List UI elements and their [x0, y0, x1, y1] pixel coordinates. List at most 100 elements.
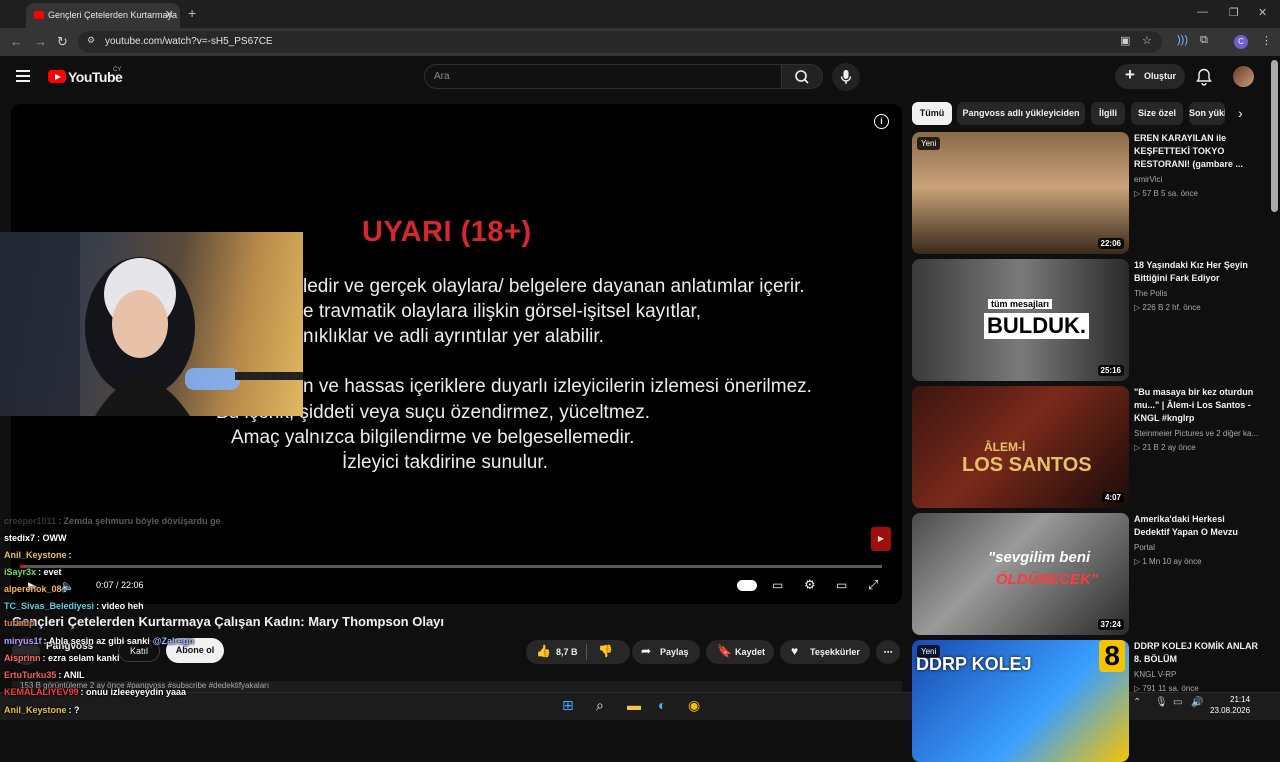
- chat-username: iSayr3x: [4, 567, 37, 577]
- close-tab-icon[interactable]: ✕: [165, 8, 174, 21]
- video-thumbnail[interactable]: tüm mesajları BULDUK. 25:16: [912, 259, 1129, 381]
- webcam-image: [0, 232, 303, 416]
- file-explorer-icon[interactable]: ▬: [627, 697, 641, 713]
- recommended-title: "Bu masaya bir kez oturdun mu..." | Âlem…: [1134, 387, 1254, 423]
- search-placeholder: Ara: [434, 71, 450, 82]
- chat-username: Aisprinn: [4, 653, 41, 663]
- filter-chip[interactable]: Tümü: [912, 102, 952, 125]
- recommended-channel: emirVici: [1134, 175, 1163, 184]
- info-icon[interactable]: i: [874, 114, 889, 129]
- user-avatar[interactable]: [1233, 66, 1254, 87]
- reload-icon[interactable]: ↻: [57, 34, 68, 50]
- chat-username: creeper1011: [4, 516, 57, 526]
- scrollbar[interactable]: [1271, 60, 1278, 212]
- bookmark-star-icon[interactable]: ☆: [1142, 34, 1152, 47]
- search-input[interactable]: [424, 64, 782, 89]
- video-thumbnail[interactable]: "sevgilim beni ÖLDÜRECEK" 37:24: [912, 513, 1129, 635]
- filter-chip[interactable]: İlgili: [1091, 102, 1125, 125]
- youtube-logo-icon[interactable]: [48, 70, 66, 83]
- voice-search-button[interactable]: [832, 63, 860, 91]
- chat-text: : ?: [68, 705, 80, 715]
- save-label: Kaydet: [735, 647, 766, 657]
- settings-gear-icon[interactable]: ⚙: [804, 577, 816, 593]
- minimize-icon[interactable]: —: [1197, 6, 1208, 18]
- site-info-icon[interactable]: ⚙: [87, 35, 95, 46]
- chat-message: ErtuTurku35: ANIL: [4, 670, 85, 680]
- chat-username: miryus1f: [4, 636, 42, 646]
- windows-start-icon[interactable]: ⊞: [562, 697, 574, 714]
- thumbnail-number: 8: [1099, 640, 1125, 672]
- window-close-icon[interactable]: ✕: [1258, 6, 1267, 19]
- autoplay-toggle[interactable]: [737, 580, 757, 591]
- chat-username: ErtuTurku35: [4, 670, 57, 680]
- warning-line: İzleyici takdirine sunulur.: [342, 452, 548, 473]
- chat-username: stedix7: [4, 533, 36, 543]
- thanks-icon: ♥: [791, 644, 799, 658]
- streamer-webcam-overlay: [0, 232, 303, 416]
- recommended-meta: ▷ 21 B 2 ay önce: [1134, 443, 1196, 452]
- like-divider: [586, 644, 587, 660]
- recommended-meta: ▷ 791 11 sa. önce: [1134, 684, 1199, 693]
- chat-message: miryus1f: Abla sesin az gibi sanki @Zalre…: [4, 636, 194, 646]
- recommended-video[interactable]: tüm mesajları BULDUK. 25:16 18 Yaşındaki Kı…: [912, 259, 1262, 381]
- chat-username: KEMALALIYEV99: [4, 687, 79, 697]
- extension-audio-icon[interactable]: ))): [1177, 34, 1188, 46]
- fullscreen-icon[interactable]: ⤢: [868, 577, 878, 593]
- chat-text: : video heh: [96, 601, 144, 611]
- new-tab-icon[interactable]: +: [188, 5, 196, 21]
- recommended-channel: Steinmeier Pictures ve 2 diğer ka...: [1134, 429, 1259, 438]
- recommended-video[interactable]: DDRP KOLEJ 8 Yeni DDRP KOLEJ KOMİK ANLAR 8.…: [912, 640, 1262, 762]
- recommended-video[interactable]: ÂLEM-İ LOS SANTOS 4:07 "Bu masaya bir kez o…: [912, 386, 1262, 508]
- tab-title: Gençleri Çetelerden Kurtarmaya: [48, 10, 178, 20]
- edge-icon[interactable]: ◐: [658, 697, 666, 713]
- extensions-icon[interactable]: ⧉: [1200, 34, 1208, 47]
- chat-message: creeper1011: Zemda şehmuru böyle dövüşar…: [4, 516, 221, 526]
- chat-text: : onuu izleeeyeydin yaaa: [80, 687, 187, 697]
- notifications-bell-icon[interactable]: [1196, 68, 1212, 91]
- chat-message: KEMALALIYEV99: onuu izleeeyeydin yaaa: [4, 687, 186, 697]
- browser-menu-icon[interactable]: ⋮: [1261, 34, 1272, 47]
- thumbs-up-icon: 👍: [536, 644, 551, 658]
- recommended-video[interactable]: Yeni 22:06 EREN KARAYILAN ile KEŞFETTEKİ T…: [912, 132, 1262, 254]
- filter-chip[interactable]: Pangvoss adlı yükleyiciden: [957, 102, 1085, 125]
- country-code: CY: [113, 67, 122, 73]
- thumbnail-caption: tüm mesajları: [988, 299, 1053, 309]
- chat-text: : ANIL: [58, 670, 85, 680]
- browser-tab[interactable]: Gençleri Çetelerden Kurtarmaya ✕: [26, 3, 180, 28]
- recommended-video[interactable]: "sevgilim beni ÖLDÜRECEK" 37:24 Amerika'dak…: [912, 513, 1262, 635]
- chat-username: Anil_Keystone: [4, 550, 67, 560]
- chat-message: iSayr3x: evet: [4, 567, 62, 577]
- taskbar-search-icon[interactable]: ⌕: [596, 697, 604, 714]
- chat-message: Anil_Keystone:: [4, 550, 72, 560]
- time-display: 0:07 / 22:06: [96, 580, 144, 590]
- filter-chip[interactable]: Size özel: [1131, 102, 1183, 125]
- back-icon[interactable]: ←: [10, 34, 23, 49]
- cast-icon[interactable]: ▣: [1120, 34, 1130, 47]
- menu-icon[interactable]: [16, 70, 30, 82]
- chrome-icon[interactable]: ◉: [688, 697, 700, 714]
- chat-message: Anil_Keystone: ?: [4, 705, 80, 715]
- maximize-icon[interactable]: ❐: [1229, 6, 1239, 19]
- video-thumbnail[interactable]: DDRP KOLEJ 8 Yeni: [912, 640, 1129, 762]
- more-actions-button[interactable]: ⋯: [876, 640, 900, 664]
- microphone-icon: [840, 70, 852, 84]
- youtube-favicon-icon: [34, 11, 44, 19]
- profile-avatar[interactable]: C: [1234, 35, 1248, 49]
- channel-watermark[interactable]: ▶: [871, 527, 891, 551]
- chat-username: TC_Sivas_Belediyesi: [4, 601, 95, 611]
- new-badge: Yeni: [917, 645, 941, 658]
- chevron-right-icon[interactable]: ›: [1238, 105, 1243, 121]
- video-thumbnail[interactable]: Yeni 22:06: [912, 132, 1129, 254]
- theater-mode-icon[interactable]: ▭: [836, 578, 847, 592]
- thumbs-down-icon[interactable]: 👎: [598, 644, 613, 658]
- forward-icon[interactable]: →: [34, 34, 47, 49]
- progress-track[interactable]: [20, 565, 882, 568]
- search-button[interactable]: [781, 64, 823, 89]
- recommended-channel: Portal: [1134, 543, 1155, 552]
- share-icon: ➦: [641, 644, 652, 658]
- video-thumbnail[interactable]: ÂLEM-İ LOS SANTOS 4:07: [912, 386, 1129, 508]
- filter-chip[interactable]: Son yükle: [1189, 102, 1225, 125]
- subtitles-icon[interactable]: ▭: [772, 578, 783, 592]
- chat-text: : OWW: [37, 533, 67, 543]
- chat-username: turkmp: [4, 618, 35, 628]
